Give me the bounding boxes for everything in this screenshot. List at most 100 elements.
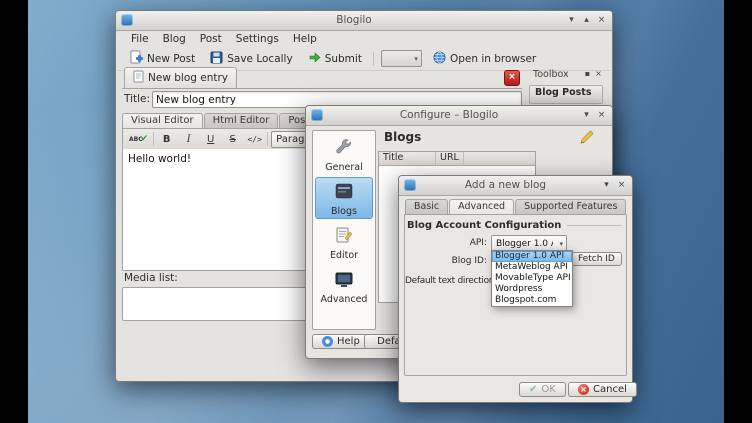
globe-icon — [433, 51, 446, 67]
document-icon — [133, 70, 144, 86]
code-icon: </> — [247, 135, 261, 144]
media-list-label: Media list: — [124, 272, 178, 284]
new-post-label: New Post — [147, 53, 195, 65]
tab-new-blog-entry[interactable]: New blog entry — [124, 67, 237, 88]
menu-post[interactable]: Post — [193, 32, 229, 46]
api-option-movabletype[interactable]: MovableType API — [492, 273, 572, 284]
menu-help[interactable]: Help — [286, 32, 324, 46]
edit-pencil-icon[interactable] — [578, 128, 598, 148]
wrench-icon — [334, 137, 354, 161]
sidebar-item-blogs[interactable]: Blogs — [315, 177, 373, 219]
window-controls: ▾ × — [600, 178, 628, 192]
ok-button[interactable]: ✔ OK — [519, 382, 566, 397]
sidebar-item-label: Blogs — [331, 206, 357, 217]
sidebar-item-advanced[interactable]: Advanced — [315, 265, 373, 307]
close-panel-icon[interactable]: × — [593, 67, 604, 81]
menu-settings[interactable]: Settings — [229, 32, 286, 46]
entry-tabstrip: New blog entry × — [122, 69, 522, 89]
sidebar-item-label: Editor — [330, 250, 358, 261]
add-blog-title: Add a new blog — [423, 179, 588, 191]
api-option-blogspot[interactable]: Blogspot.com — [492, 295, 572, 306]
tab-visual-editor[interactable]: Visual Editor — [122, 113, 203, 128]
new-post-button[interactable]: New Post — [125, 48, 199, 69]
submit-label: Submit — [325, 53, 362, 65]
minimize-icon[interactable]: ▾ — [580, 108, 593, 122]
column-url[interactable]: URL — [436, 152, 464, 165]
configure-titlebar[interactable]: Configure – Blogilo ▾ × — [306, 106, 612, 126]
toolbar-separator — [373, 52, 374, 66]
sidebar-item-general[interactable]: General — [315, 133, 373, 175]
cancel-x-icon: × — [578, 384, 589, 395]
toolbar-combobox[interactable]: ▾ — [381, 50, 422, 67]
menu-file[interactable]: File — [124, 32, 156, 46]
blogilo-app-icon — [311, 109, 323, 121]
new-post-icon — [129, 50, 143, 67]
add-blog-titlebar[interactable]: Add a new blog ▾ × — [399, 176, 632, 196]
underline-button[interactable]: U — [201, 131, 220, 147]
column-title[interactable]: Title — [379, 152, 436, 165]
tab-basic[interactable]: Basic — [405, 199, 448, 214]
submit-arrow-icon — [308, 51, 321, 67]
section-title: Blog Account Configuration — [407, 220, 561, 231]
submit-button[interactable]: Submit — [304, 49, 366, 69]
check-icon: ✔ — [141, 134, 149, 144]
blog-posts-header[interactable]: Blog Posts — [529, 85, 603, 104]
save-locally-button[interactable]: Save Locally — [206, 49, 296, 69]
help-lifebuoy-icon — [322, 336, 333, 347]
sidebar-item-editor[interactable]: Editor — [315, 221, 373, 263]
fetch-id-button[interactable]: Fetch ID — [571, 252, 622, 266]
window-controls: ▾ ▴ × — [565, 13, 608, 27]
close-icon[interactable]: × — [595, 13, 608, 27]
add-blog-tabs: Basic Advanced Supported Features — [405, 198, 626, 214]
text-direction-label: Default text direction: — [405, 276, 489, 286]
section-heading: Blog Account Configuration — [407, 220, 622, 231]
editor-pencil-icon — [334, 225, 354, 249]
italic-icon: I — [187, 134, 191, 145]
help-button[interactable]: Help — [312, 334, 370, 349]
minimize-icon[interactable]: ▾ — [600, 178, 613, 192]
ok-label: OK — [541, 384, 555, 395]
save-locally-label: Save Locally — [227, 53, 292, 65]
chevron-down-icon: ▾ — [414, 55, 418, 63]
open-in-browser-button[interactable]: Open in browser — [429, 49, 540, 69]
spellcheck-button[interactable]: ABC ✔ — [127, 131, 150, 147]
api-label: API: — [411, 238, 487, 248]
italic-button[interactable]: I — [179, 131, 198, 147]
api-combobox-value: Blogger 1.0 API — [496, 239, 553, 249]
api-option-blogger-10[interactable]: Blogger 1.0 API — [492, 251, 572, 262]
open-in-browser-label: Open in browser — [450, 53, 536, 65]
close-tab-button[interactable]: × — [504, 70, 520, 86]
configure-page-title: Blogs — [384, 130, 421, 144]
tab-supported-features[interactable]: Supported Features — [515, 199, 626, 214]
sidebar-item-label: Advanced — [321, 294, 368, 305]
cancel-label: Cancel — [593, 384, 627, 395]
title-label: Title: — [124, 93, 150, 105]
screen: Blogilo ▾ ▴ × File Blog Post Settings He… — [0, 0, 752, 423]
api-option-metaweblog[interactable]: MetaWeblog API — [492, 262, 572, 273]
api-dropdown-list: Blogger 1.0 API MetaWeblog API MovableTy… — [491, 250, 573, 307]
close-icon[interactable]: × — [615, 178, 628, 192]
configure-window-title: Configure – Blogilo — [330, 109, 568, 121]
maximize-icon[interactable]: ▴ — [580, 13, 593, 27]
configure-sidebar: General Blogs Editor Advanced — [312, 130, 376, 330]
menu-blog[interactable]: Blog — [156, 32, 193, 46]
menubar: File Blog Post Settings Help — [118, 30, 610, 47]
tab-advanced[interactable]: Advanced — [449, 199, 514, 214]
cancel-button[interactable]: × Cancel — [568, 382, 637, 397]
save-icon — [210, 51, 223, 67]
minimize-icon[interactable]: ▾ — [565, 13, 578, 27]
blogilo-app-icon — [121, 14, 133, 26]
sidebar-item-label: General — [325, 162, 362, 173]
toolbox-titlebar[interactable]: Toolbox ▪ × — [528, 67, 604, 82]
toolbox-controls: ▪ × — [582, 67, 604, 81]
main-window-title: Blogilo — [140, 14, 568, 26]
bold-button[interactable]: B — [157, 131, 176, 147]
close-icon[interactable]: × — [595, 108, 608, 122]
format-separator — [267, 132, 268, 146]
tab-html-editor[interactable]: Html Editor — [204, 113, 279, 128]
strikethrough-button[interactable]: S — [223, 131, 242, 147]
float-panel-icon[interactable]: ▪ — [582, 67, 593, 81]
code-button[interactable]: </> — [245, 131, 264, 147]
api-option-wordpress[interactable]: Wordpress — [492, 284, 572, 295]
main-titlebar[interactable]: Blogilo ▾ ▴ × — [116, 11, 612, 31]
